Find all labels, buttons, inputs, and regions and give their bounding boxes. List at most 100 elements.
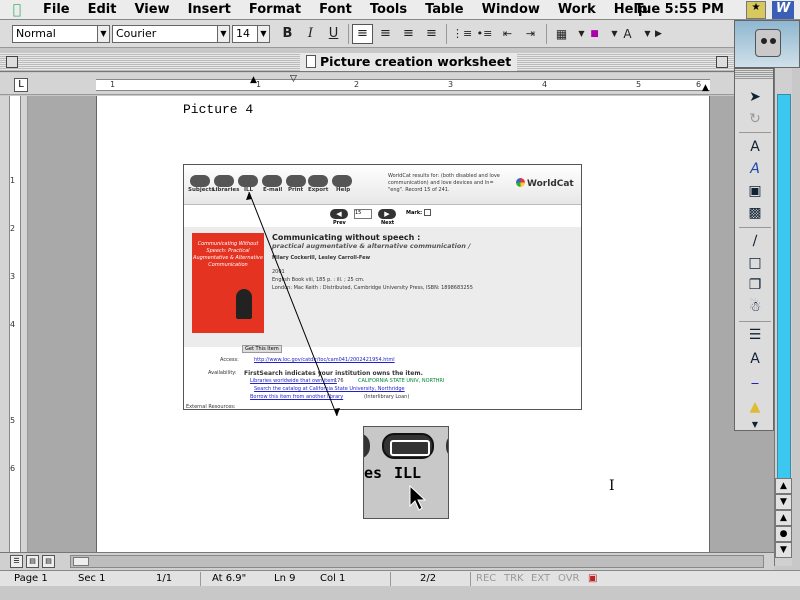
- document-page[interactable]: Picture 4 Subjects Libraries ILL E-mail …: [96, 96, 710, 552]
- ruler-number: 2: [354, 80, 360, 89]
- ruler-number: 1: [10, 176, 16, 185]
- apple-menu-icon[interactable]: : [0, 2, 34, 18]
- menu-file[interactable]: File: [34, 2, 79, 17]
- ruler-number: 4: [542, 80, 548, 89]
- style-dropdown[interactable]: Normal ▼: [12, 25, 110, 43]
- status-ext[interactable]: EXT: [531, 573, 550, 584]
- menu-font[interactable]: Font: [310, 2, 361, 17]
- align-center-icon[interactable]: ≡: [375, 24, 396, 44]
- borders-icon[interactable]: ▦: [551, 24, 572, 44]
- vertical-scrollbar[interactable]: ▲ ▼ ▲ ● ▼: [774, 68, 792, 566]
- close-box-icon[interactable]: [6, 56, 18, 68]
- rotate-icon[interactable]: ↻: [742, 109, 768, 129]
- menu-clock[interactable]: Tue 5:55 PM: [635, 2, 724, 17]
- ill-button-icon: [382, 433, 434, 459]
- record-navigation: ◀ Prev 15 ▶ Next Mark:: [330, 207, 450, 226]
- outline-view-icon[interactable]: ▤: [42, 555, 55, 568]
- normal-view-icon[interactable]: ☰: [10, 555, 23, 568]
- menu-format[interactable]: Format: [240, 2, 310, 17]
- menu-edit[interactable]: Edit: [79, 2, 126, 17]
- next-page-icon[interactable]: ▼: [775, 542, 792, 558]
- font-size-value: 14: [236, 27, 250, 40]
- horizontal-scroll-thumb[interactable]: [73, 557, 89, 566]
- menu-insert[interactable]: Insert: [179, 2, 240, 17]
- align-left-icon[interactable]: ≡: [352, 24, 373, 44]
- menu-view[interactable]: View: [125, 2, 178, 17]
- align-right-icon[interactable]: ≡: [398, 24, 419, 44]
- highlight-icon[interactable]: ■: [584, 24, 605, 44]
- chevron-right-icon[interactable]: ▶: [648, 24, 669, 44]
- menu-window[interactable]: Window: [473, 2, 549, 17]
- ruler-number: 5: [636, 80, 642, 89]
- first-line-indent-marker-icon[interactable]: ▽: [290, 74, 297, 84]
- horizontal-scroll-track[interactable]: [70, 555, 764, 568]
- vertical-ruler[interactable]: 1 2 3 4 5 6: [0, 96, 28, 552]
- select-arrow-icon[interactable]: ➤: [742, 87, 768, 107]
- next-label: Next: [381, 220, 395, 226]
- availability-text: FirstSearch indicates your institution o…: [244, 370, 423, 377]
- increase-indent-icon[interactable]: ⇥: [520, 24, 541, 44]
- zoom-box-icon[interactable]: [716, 56, 728, 68]
- ruler-number: 1: [110, 80, 116, 89]
- ruler-strip[interactable]: 1 1 2 3 4 5 6: [96, 79, 710, 91]
- word-app-icon[interactable]: W: [772, 1, 794, 19]
- insert-picture-icon[interactable]: ▩: [742, 203, 768, 223]
- menu-tools[interactable]: Tools: [361, 2, 416, 17]
- underline-button[interactable]: U: [323, 24, 344, 44]
- bulleted-list-icon[interactable]: •≡: [474, 24, 495, 44]
- status-rec[interactable]: REC: [476, 573, 496, 584]
- ruler-number: 2: [10, 224, 16, 233]
- numbered-list-icon[interactable]: ⋮≡: [451, 24, 472, 44]
- horizontal-ruler[interactable]: L 1 1 2 3 4 5 6 ▲ ▽ ▲: [0, 73, 734, 95]
- wordart-icon[interactable]: A: [742, 159, 768, 179]
- document-icon: [306, 55, 316, 68]
- justify-icon[interactable]: ≡: [421, 24, 442, 44]
- line-color-icon[interactable]: ⎯: [742, 373, 768, 393]
- right-indent-marker-icon[interactable]: ▲: [702, 83, 709, 93]
- line-icon[interactable]: ∕: [742, 231, 768, 251]
- scroll-track[interactable]: [777, 94, 791, 498]
- left-indent-marker-icon[interactable]: ▲: [250, 75, 257, 85]
- font-size-dropdown[interactable]: 14 ▼: [232, 25, 270, 43]
- line-style-icon[interactable]: ☰: [742, 325, 768, 345]
- menu-table[interactable]: Table: [416, 2, 473, 17]
- menu-work[interactable]: Work: [549, 2, 605, 17]
- zoomed-ill-callout[interactable]: es ILL: [363, 426, 449, 519]
- shapes-icon[interactable]: ❐: [742, 275, 768, 295]
- font-color-icon[interactable]: A: [617, 24, 638, 44]
- decrease-indent-icon[interactable]: ⇤: [497, 24, 518, 44]
- fill-color-icon[interactable]: ▲: [742, 397, 768, 417]
- status-divider: [470, 572, 471, 586]
- document-area[interactable]: Picture 4 Subjects Libraries ILL E-mail …: [28, 96, 774, 552]
- ruler-number: 3: [10, 272, 16, 281]
- italic-button[interactable]: I: [300, 24, 321, 44]
- horizontal-scrollbar[interactable]: ☰ ▤ ▤: [0, 552, 774, 570]
- document-titlebar[interactable]: Picture creation worksheet: [0, 53, 734, 72]
- application-switcher-icon[interactable]: ★: [746, 1, 766, 19]
- select-browse-object-icon[interactable]: ●: [775, 526, 792, 542]
- font-color-icon[interactable]: A: [742, 349, 768, 369]
- text-box-icon[interactable]: A: [742, 137, 768, 157]
- ruler-number: 4: [10, 320, 16, 329]
- chevron-down-icon[interactable]: ▼: [742, 415, 768, 435]
- bold-button[interactable]: B: [277, 24, 298, 44]
- previous-page-icon[interactable]: ▲: [775, 510, 792, 526]
- office-assistant[interactable]: [734, 20, 800, 68]
- status-trk[interactable]: TRK: [504, 573, 524, 584]
- embedded-screenshot[interactable]: Subjects Libraries ILL E-mail Print Expo…: [183, 164, 582, 410]
- tab-stop-selector-icon[interactable]: L: [14, 78, 28, 92]
- palette-titlebar[interactable]: [735, 69, 773, 79]
- record-panel: Communicating Without Speech: Practical …: [184, 227, 581, 347]
- rectangle-icon[interactable]: □: [742, 253, 768, 273]
- borrow-link: Borrow this item from another library: [250, 394, 344, 400]
- font-dropdown[interactable]: Courier ▼: [112, 25, 230, 43]
- insert-clipart-icon[interactable]: ▣: [742, 181, 768, 201]
- scroll-down-icon[interactable]: ▼: [775, 494, 792, 510]
- status-ovr[interactable]: OVR: [558, 573, 579, 584]
- spelling-status-icon[interactable]: ▣: [588, 573, 597, 584]
- status-section: Sec 1: [78, 573, 106, 584]
- next-arrow-icon: ▶: [378, 209, 396, 219]
- autoshapes-icon[interactable]: ☃: [742, 297, 768, 317]
- scroll-up-icon[interactable]: ▲: [775, 478, 792, 494]
- page-layout-view-icon[interactable]: ▤: [26, 555, 39, 568]
